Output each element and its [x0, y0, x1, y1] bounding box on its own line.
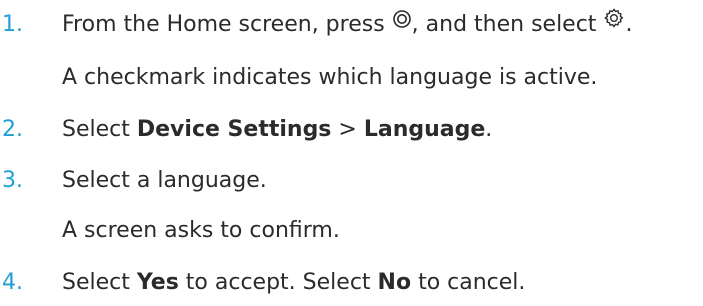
step-text: Select Device Settings > Language.	[62, 113, 492, 147]
menu-name-language: Language	[363, 117, 486, 142]
step-1-text-part: From the Home screen, press	[62, 12, 392, 37]
step-number: 4.	[2, 270, 23, 295]
step-note: A checkmark indicates which language is …	[62, 65, 598, 90]
menu-name-device-settings: Device Settings	[136, 117, 332, 142]
step-2-text-part: Select	[62, 117, 137, 142]
step-number: 2.	[2, 117, 23, 142]
step-1-text-part: , and then select	[411, 12, 604, 37]
step-text: From the Home screen, press , and then s…	[62, 8, 632, 42]
step-1-text-part: .	[625, 12, 633, 37]
step-text: Select a language.	[62, 168, 267, 193]
step-number: 1.	[2, 12, 23, 37]
step-2-text-part: .	[485, 117, 493, 142]
step-4-text-part: Select	[62, 270, 137, 295]
step-number: 3.	[2, 168, 23, 193]
step-2-text-part: >	[331, 117, 364, 142]
option-yes: Yes	[136, 270, 179, 295]
gear-icon	[603, 6, 625, 40]
step-note: A screen asks to confirm.	[62, 218, 340, 243]
option-no: No	[377, 270, 412, 295]
step-text: Select Yes to accept. Select No to cance…	[62, 266, 525, 300]
circle-button-icon	[392, 6, 412, 40]
step-4-text-part: to accept. Select	[178, 270, 378, 295]
step-4-text-part: to cancel.	[411, 270, 526, 295]
